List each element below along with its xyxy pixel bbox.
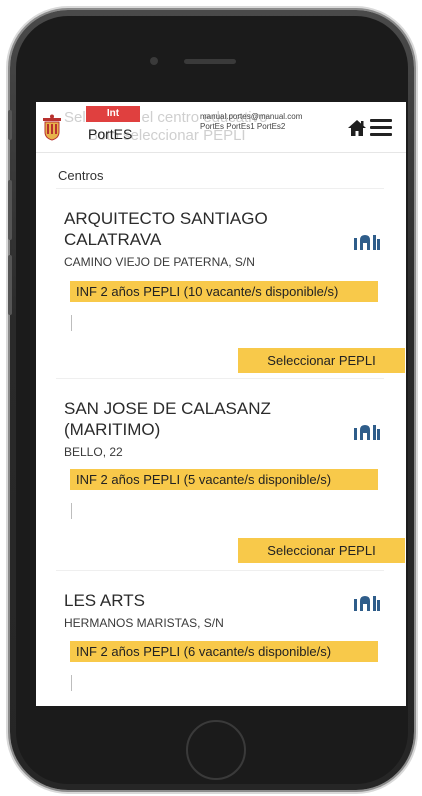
camera-icon: [150, 57, 158, 65]
vacancy-indent-line: [71, 675, 72, 691]
app-screen: Seleccione el centro educativo Botó sele…: [36, 102, 406, 706]
vacancy-indent-line: [71, 315, 72, 331]
center-card: ARQUITECTO SANTIAGO CALATRAVA CAMINO VIE…: [64, 208, 405, 373]
section-title: Centros: [58, 168, 104, 183]
vacancy-info[interactable]: INF 2 años PEPLI (6 vacante/s disponible…: [70, 641, 378, 662]
center-card: LES ARTS HERMANOS MARISTAS, S/N INF 2 añ…: [64, 590, 382, 691]
user-email: manual.portes@manual.com: [200, 112, 303, 121]
center-address: HERMANOS MARISTAS, S/N: [64, 616, 224, 630]
building-icon: [354, 425, 380, 440]
section-divider: [56, 188, 384, 189]
side-button: [8, 180, 12, 240]
center-name: SAN JOSE DE CALASANZ (MARITIMO): [64, 399, 271, 439]
building-icon: [354, 596, 380, 611]
center-name: ARQUITECTO SANTIAGO CALATRAVA: [64, 209, 268, 249]
hamburger-menu-icon[interactable]: [370, 119, 392, 137]
building-icon: [354, 235, 380, 250]
card-divider: [56, 570, 384, 571]
center-address: BELLO, 22: [64, 445, 123, 459]
center-name: LES ARTS: [64, 591, 145, 610]
select-pepli-button[interactable]: Seleccionar PEPLI: [238, 538, 405, 563]
side-button: [8, 255, 12, 315]
speaker-grille: [184, 59, 236, 64]
institution-logo-icon[interactable]: [40, 114, 64, 142]
select-pepli-button[interactable]: Seleccionar PEPLI: [238, 348, 405, 373]
user-info[interactable]: manual.portes@manual.com PortEs PortEs1 …: [200, 112, 302, 132]
center-address: CAMINO VIEJO DE PATERNA, S/N: [64, 255, 255, 269]
environment-badge: Int: [86, 106, 140, 122]
app-header: Seleccione el centro educativo Botó sele…: [36, 102, 406, 153]
center-card: SAN JOSE DE CALASANZ (MARITIMO) BELLO, 2…: [64, 398, 405, 563]
side-button: [8, 110, 12, 140]
user-roles: PortEs PortEs1 PortEs2: [200, 122, 286, 131]
vacancy-info[interactable]: INF 2 años PEPLI (5 vacante/s disponible…: [70, 469, 378, 490]
home-icon[interactable]: [347, 118, 367, 138]
app-name: PortES: [88, 126, 133, 142]
phone-home-button[interactable]: [186, 720, 246, 780]
vacancy-indent-line: [71, 503, 72, 519]
card-divider: [56, 378, 384, 379]
vacancy-info[interactable]: INF 2 años PEPLI (10 vacante/s disponibl…: [70, 281, 378, 302]
